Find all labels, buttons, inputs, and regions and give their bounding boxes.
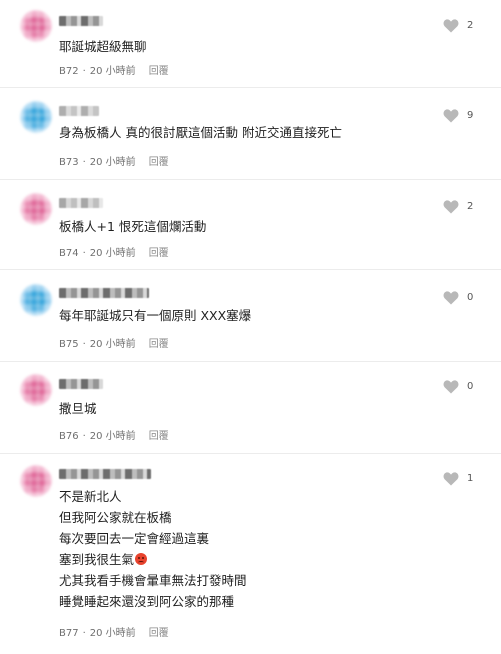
comment-meta: B75 · 20 小時前 回覆 <box>59 335 169 350</box>
angry-face-icon <box>135 553 148 565</box>
avatar[interactable] <box>20 10 52 42</box>
avatar[interactable] <box>20 465 52 497</box>
comment-text: 身為板橋人 真的很討厭這個活動 附近交通直接死亡 <box>59 125 342 140</box>
comment-meta: B73 · 20 小時前 回覆 <box>59 153 169 168</box>
comment-text-line: 睡覺睡起來還沒到阿公家的那種 <box>59 594 235 609</box>
username-blurred[interactable] <box>59 16 103 26</box>
comment-item: 板橋人+1 恨死這個爛活動 B74 · 20 小時前 回覆 2 <box>0 179 501 270</box>
heart-icon <box>443 472 459 486</box>
reply-button[interactable]: 回覆 <box>149 244 169 259</box>
comment-text-line: 尤其我看手機會暈車無法打發時間 <box>59 573 247 588</box>
comment-meta: B74 · 20 小時前 回覆 <box>59 244 169 259</box>
like-count: 2 <box>467 20 474 31</box>
comment-text-line: 每次要回去一定會經過這裏 <box>59 531 210 546</box>
comment-item: 不是新北人 但我阿公家就在板橋 每次要回去一定會經過這裏 塞到我很生氣 尤其我看… <box>0 453 501 654</box>
comment-text: 耶誕城超級無聊 <box>59 39 147 54</box>
like-count: 2 <box>467 201 474 212</box>
comment-item: 每年耶誕城只有一個原則 XXX塞爆 B75 · 20 小時前 回覆 0 <box>0 269 501 362</box>
timestamp: 20 小時前 <box>89 431 136 442</box>
username-blurred[interactable] <box>59 469 151 479</box>
like-button[interactable]: 0 <box>443 290 477 305</box>
username-blurred[interactable] <box>59 198 103 208</box>
avatar[interactable] <box>20 193 52 225</box>
like-button[interactable]: 9 <box>443 108 477 123</box>
comment-meta: B76 · 20 小時前 回覆 <box>59 427 169 442</box>
floor-number: B75 <box>59 339 79 350</box>
comment-text: 撒旦城 <box>59 401 97 416</box>
like-button[interactable]: 1 <box>443 471 477 486</box>
heart-icon <box>443 19 459 33</box>
reply-button[interactable]: 回覆 <box>149 153 169 168</box>
like-button[interactable]: 0 <box>443 379 477 394</box>
timestamp: 20 小時前 <box>89 628 136 639</box>
comment-item: 耶誕城超級無聊 B72 · 20 小時前 回覆 2 <box>0 0 501 88</box>
username-blurred[interactable] <box>59 379 103 389</box>
timestamp: 20 小時前 <box>89 66 136 77</box>
like-count: 1 <box>467 473 474 484</box>
like-button[interactable]: 2 <box>443 18 477 33</box>
heart-icon <box>443 291 459 305</box>
heart-icon <box>443 380 459 394</box>
comment-meta: B72 · 20 小時前 回覆 <box>59 62 169 77</box>
username-blurred[interactable] <box>59 288 149 298</box>
floor-number: B77 <box>59 628 79 639</box>
timestamp: 20 小時前 <box>89 157 136 168</box>
avatar[interactable] <box>20 374 52 406</box>
like-count: 0 <box>467 292 474 303</box>
floor-number: B76 <box>59 431 79 442</box>
heart-icon <box>443 109 459 123</box>
comment-meta: B77 · 20 小時前 回覆 <box>59 624 169 639</box>
comment-text: 每年耶誕城只有一個原則 XXX塞爆 <box>59 308 252 323</box>
username-blurred[interactable] <box>59 106 99 116</box>
comment-text-line-with-emoji: 塞到我很生氣 <box>59 550 148 571</box>
comment-text-fragment: 塞到我很生氣 <box>59 552 135 567</box>
reply-button[interactable]: 回覆 <box>149 62 169 77</box>
heart-icon <box>443 200 459 214</box>
floor-number: B72 <box>59 66 79 77</box>
like-button[interactable]: 2 <box>443 199 477 214</box>
like-count: 0 <box>467 381 474 392</box>
comment-item: 撒旦城 B76 · 20 小時前 回覆 0 <box>0 361 501 454</box>
reply-button[interactable]: 回覆 <box>149 335 169 350</box>
comment-item: 身為板橋人 真的很討厭這個活動 附近交通直接死亡 B73 · 20 小時前 回覆 9 <box>0 87 501 180</box>
floor-number: B73 <box>59 157 79 168</box>
comment-text: 板橋人+1 恨死這個爛活動 <box>59 219 207 234</box>
floor-number: B74 <box>59 248 79 259</box>
avatar[interactable] <box>20 284 52 316</box>
timestamp: 20 小時前 <box>89 248 136 259</box>
reply-button[interactable]: 回覆 <box>149 427 169 442</box>
comment-text-line: 不是新北人 <box>59 489 122 504</box>
timestamp: 20 小時前 <box>89 339 136 350</box>
reply-button[interactable]: 回覆 <box>149 624 169 639</box>
like-count: 9 <box>467 110 474 121</box>
avatar[interactable] <box>20 101 52 133</box>
comment-text-line: 但我阿公家就在板橋 <box>59 510 172 525</box>
